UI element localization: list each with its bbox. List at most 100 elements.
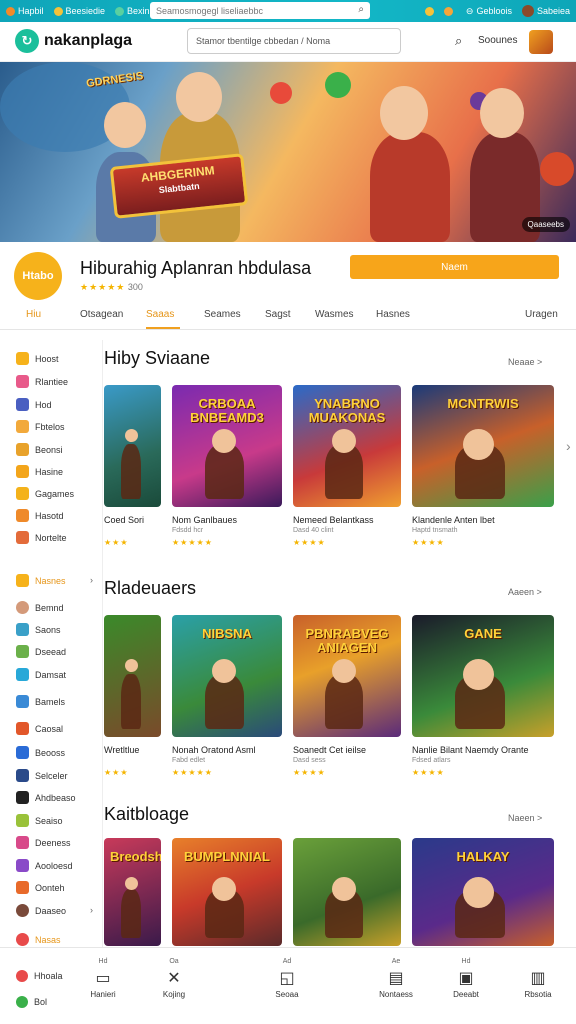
category-icon <box>16 933 29 946</box>
game-card-subtitle: Dasd sess <box>293 757 326 764</box>
sidebar-item[interactable]: Deeness <box>16 836 71 849</box>
search-input[interactable]: Stamor tbentilge cbbedan / Noma <box>187 28 401 54</box>
tab-4[interactable]: Seames <box>204 309 241 320</box>
sidebar-item[interactable]: Hasine <box>16 465 63 478</box>
search-icon[interactable]: ⌕ <box>455 33 462 49</box>
sidebar-item[interactable]: Beonsi <box>16 443 63 456</box>
game-card-image[interactable]: PBNRABVEG ANIAGEN <box>293 615 401 737</box>
game-card-title[interactable]: Nonah Oratond Asml <box>172 745 256 755</box>
sidebar-item[interactable]: Caosal <box>16 722 63 735</box>
bottom-left-item[interactable]: Hhoala <box>16 970 63 982</box>
chevron-right-icon[interactable]: › <box>90 575 93 585</box>
top-bar: Hapbil Beesiedie Bexinisa Seamosmogegl l… <box>0 0 576 22</box>
chevron-right-icon[interactable]: › <box>566 438 571 454</box>
install-button[interactable]: Naem <box>350 255 559 279</box>
sidebar-item[interactable]: Aooloesd <box>16 859 73 872</box>
sidebar-item[interactable]: Beooss <box>16 746 65 759</box>
topbar-label: Sabeiea <box>536 6 570 16</box>
game-card-image[interactable] <box>104 385 161 507</box>
tab-1[interactable]: Hiu <box>26 309 41 320</box>
sidebar-item[interactable]: Bemnd <box>16 601 64 614</box>
game-card-title[interactable]: Klandenle Anten lbet <box>412 515 495 525</box>
game-card-title[interactable]: Nom Ganlbaues <box>172 515 237 525</box>
header-link[interactable]: Soounes <box>478 35 517 46</box>
topbar-item-2[interactable]: Beesiedie <box>53 6 105 16</box>
topbar-label: Gebloois <box>476 6 512 16</box>
game-card-art-title: GANE <box>464 626 502 641</box>
bottom-nav-item[interactable]: Hd ▭ Hanieri <box>73 958 133 999</box>
bottom-nav-item[interactable]: Ad ◱ Seoaa <box>257 958 317 999</box>
sidebar-item[interactable]: Saons <box>16 623 61 636</box>
game-card-title[interactable]: Wretltlue <box>104 745 139 755</box>
game-card-image[interactable]: BUMPLNNIAL <box>172 838 282 946</box>
sidebar-item[interactable]: Hoost <box>16 352 59 365</box>
tab-6[interactable]: Wasmes <box>315 309 354 320</box>
bottom-left-item[interactable]: Bol <box>16 996 47 1008</box>
topbar-item-home[interactable]: Hapbil <box>6 6 44 16</box>
section-more-link[interactable]: Naeen > <box>508 813 542 823</box>
sidebar-item[interactable]: Damsat <box>16 668 66 681</box>
sidebar-item-label: Hasotd <box>35 510 64 521</box>
sidebar-item[interactable]: Hasotd <box>16 509 64 522</box>
sidebar-item[interactable]: Rlantiee <box>16 375 68 388</box>
search-icon[interactable]: ⌕ <box>358 4 364 15</box>
game-card-title[interactable]: Nemeed Belantkass <box>293 515 374 525</box>
sidebar-item[interactable]: Selceler <box>16 769 68 782</box>
game-card-image[interactable]: YNABRNO MUAKONAS <box>293 385 401 507</box>
topbar-search-input[interactable]: Seamosmogegl liseliaebbc ⌕ <box>150 2 370 19</box>
game-card-title[interactable]: Coed Sori <box>104 515 144 525</box>
sidebar-item[interactable]: Daaseo <box>16 904 66 917</box>
bottom-nav-item[interactable]: ▥ Rbsotia <box>508 958 568 999</box>
bottom-nav-item[interactable]: Ae ▤ Nontaess <box>366 958 426 999</box>
game-card-image[interactable]: HALKAY <box>412 838 554 946</box>
tab-7[interactable]: Hasnes <box>376 309 410 320</box>
game-card-title[interactable]: Nanlie Bilant Naemdy Orante <box>412 745 529 755</box>
bottom-nav-toplabel: Oa <box>169 958 179 965</box>
tab-3[interactable]: Saaas <box>146 309 174 320</box>
game-card-image[interactable]: GANE <box>412 615 554 737</box>
game-card-image[interactable]: CRBOAA BNBEAMD3 <box>172 385 282 507</box>
sidebar-item[interactable]: Gagames <box>16 487 74 500</box>
tab-5[interactable]: Sagst <box>265 309 291 320</box>
topbar-item-cart[interactable] <box>443 6 456 16</box>
sidebar-item[interactable]: Nortelte <box>16 531 67 544</box>
game-card-image[interactable]: Breodshs <box>104 838 161 946</box>
character-head <box>125 659 138 672</box>
section-more-link[interactable]: Neaae > <box>508 357 542 367</box>
sidebar-item[interactable]: Nasas <box>16 933 61 946</box>
hero-banner[interactable]: GDRNESIS AHBGERINM Slabtbatn Qaaseebs <box>0 62 576 242</box>
sidebar-item-label: Seaiso <box>35 815 63 826</box>
sidebar-item[interactable]: Fbtelos <box>16 420 65 433</box>
bottom-nav-item[interactable]: Hd ▣ Deeabt <box>436 958 496 999</box>
character-figure <box>370 132 450 242</box>
sidebar-item[interactable]: Ahdbeaso <box>16 791 76 804</box>
category-icon <box>16 904 29 917</box>
topbar-item-messages[interactable]: ⊖ Gebloois <box>466 6 512 17</box>
tab-2[interactable]: Otsagean <box>80 309 123 320</box>
avatar[interactable] <box>529 30 553 54</box>
game-card-image[interactable]: MCNTRWIS <box>412 385 554 507</box>
game-card-image[interactable]: NIBSNA <box>172 615 282 737</box>
sidebar-item[interactable]: Dseead <box>16 645 66 658</box>
sidebar-item[interactable]: Seaiso <box>16 814 63 827</box>
game-card-title[interactable]: Soanedt Cet ieilse <box>293 745 366 755</box>
site-logo[interactable]: ↻ nakanplaga <box>15 29 132 53</box>
bottom-nav-item[interactable]: Oa ✕ Kojing <box>144 958 204 999</box>
sidebar-item[interactable]: Oonteh <box>16 881 65 894</box>
section-more-link[interactable]: Aaeen > <box>508 587 542 597</box>
sidebar-item[interactable]: Hod <box>16 398 52 411</box>
game-card-image[interactable] <box>293 838 401 946</box>
sidebar-item[interactable]: Bamels <box>16 695 65 708</box>
coin-icon[interactable] <box>424 6 434 16</box>
hero-badge[interactable]: Qaaseebs <box>521 217 570 232</box>
sidebar-item-label: Beooss <box>35 747 66 758</box>
sidebar-item-label: Oonteh <box>35 882 65 893</box>
category-icon <box>16 645 29 658</box>
topbar-item-profile[interactable]: Sabeiea <box>521 5 570 17</box>
character-head <box>125 429 138 442</box>
chevron-right-icon[interactable]: › <box>90 905 93 915</box>
app-title: Hiburahig Aplanran hbdulasa <box>80 258 312 278</box>
tab-8[interactable]: Uragen <box>525 309 558 320</box>
sidebar-item[interactable]: Nasnes <box>16 574 66 587</box>
game-card-image[interactable] <box>104 615 161 737</box>
